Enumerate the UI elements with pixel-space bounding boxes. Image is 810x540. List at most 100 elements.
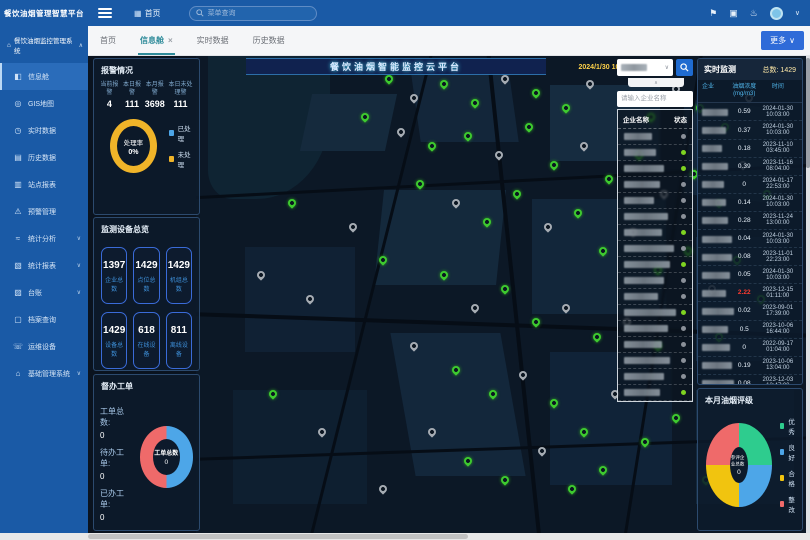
chevron-up-icon: ∧ (79, 42, 83, 49)
tab-历史数据[interactable]: 历史数据 (241, 26, 297, 55)
stat-card-机组总数[interactable]: 1429机组总数 (166, 247, 192, 304)
map-pin[interactable] (347, 221, 358, 232)
sidebar-item-档案查询[interactable]: ▢档案查询 (0, 306, 88, 333)
list-item[interactable] (618, 257, 692, 273)
stat-card-点位总数[interactable]: 1429点位总数 (133, 247, 159, 304)
map-pin[interactable] (414, 178, 425, 189)
list-item[interactable] (618, 353, 692, 369)
map-pin[interactable] (383, 73, 394, 84)
grid-icon: ▦ (134, 9, 142, 18)
map-pin[interactable] (670, 412, 681, 423)
list-item[interactable] (618, 145, 692, 161)
list-item[interactable] (618, 385, 692, 401)
system-group-icon: ⌂ (7, 42, 11, 49)
hamburger-menu-icon[interactable] (98, 8, 112, 18)
list-item[interactable] (618, 321, 692, 337)
menu-search-input[interactable]: 菜单查询 (189, 6, 317, 21)
sidebar-item-历史数据[interactable]: ▤历史数据 (0, 144, 88, 171)
sidebar-item-运维设备[interactable]: ☏运维设备 (0, 333, 88, 360)
table-row[interactable]: 02024-01-17 22:53:00 (698, 176, 802, 194)
close-icon[interactable]: × (168, 36, 173, 45)
status-dot (681, 358, 686, 363)
table-row[interactable]: 0.082023-12-03 12:47:00 (698, 375, 802, 385)
sidebar-item-统计分析[interactable]: ≈统计分析∨ (0, 225, 88, 252)
alarm-stat-value: 111 (122, 99, 143, 109)
map-pin[interactable] (548, 159, 559, 170)
table-row[interactable]: 0.52023-10-06 16:44:00 (698, 321, 802, 339)
process-rate-label: 处理率 (124, 137, 144, 147)
table-row[interactable]: 0.022023-09-01 17:39:00 (698, 302, 802, 320)
sidebar-item-GIS地图[interactable]: ◎GIS地图 (0, 90, 88, 117)
more-button[interactable]: 更多∨ (761, 31, 804, 50)
stat-card-企业总数[interactable]: 1397企业总数 (101, 247, 127, 304)
table-row[interactable]: 0.282023-11-24 13:00:00 (698, 212, 802, 230)
collapse-toggle[interactable]: ∧ (628, 78, 684, 87)
list-item[interactable] (618, 289, 692, 305)
table-row[interactable]: 0.592024-01-30 10:03:00 (698, 103, 802, 121)
list-item[interactable] (618, 161, 692, 177)
table-row[interactable]: 0.142024-01-30 10:03:00 (698, 194, 802, 212)
map-pin[interactable] (566, 484, 577, 495)
list-item[interactable] (618, 369, 692, 385)
sidebar-item-实时数据[interactable]: ◷实时数据 (0, 117, 88, 144)
vertical-scrollbar[interactable] (806, 56, 810, 533)
list-item[interactable] (618, 177, 692, 193)
horizontal-scrollbar[interactable] (0, 533, 810, 540)
apps-icon[interactable]: ▣ (729, 8, 738, 19)
tab-首页[interactable]: 首页 (88, 26, 128, 55)
list-item[interactable] (618, 209, 692, 225)
table-row[interactable]: 0.192023-10-06 13:04:00 (698, 357, 802, 375)
table-row[interactable]: 0.082023-11-01 22:23:00 (698, 248, 802, 266)
breadcrumb-home[interactable]: ▦ 首页 (134, 8, 161, 19)
stat-card-离线设备[interactable]: 811离线设备 (166, 312, 192, 369)
map-pin[interactable] (469, 302, 480, 313)
list-item[interactable] (618, 273, 692, 289)
table-row[interactable]: 0.372024-01-30 10:03:00 (698, 121, 802, 139)
flame-icon[interactable]: ♨ (750, 8, 758, 19)
table-row[interactable]: 2.222023-12-15 01:11:00 (698, 284, 802, 302)
horizontal-scroll-thumb[interactable] (88, 534, 468, 539)
sidebar-item-统计报表[interactable]: ▧统计报表∨ (0, 252, 88, 279)
list-item[interactable] (618, 305, 692, 321)
company-name-input[interactable] (617, 91, 693, 107)
clock-icon: ◷ (13, 126, 23, 135)
stat-card-设备总数[interactable]: 1429设备总数 (101, 312, 127, 369)
flag-icon[interactable]: ⚑ (709, 8, 717, 19)
company-name-redacted (702, 230, 731, 248)
list-item[interactable] (618, 225, 692, 241)
table-row[interactable]: 02022-09-17 01:04:00 (698, 339, 802, 357)
company-select[interactable]: ∨ (617, 59, 673, 76)
tab-实时数据[interactable]: 实时数据 (185, 26, 241, 55)
table-row[interactable]: 0.182023-11-10 03:45:00 (698, 140, 802, 158)
sidebar-item-基础管理系统[interactable]: ⌂基础管理系统∨ (0, 360, 88, 387)
map-pin[interactable] (530, 88, 541, 99)
map-pin[interactable] (396, 126, 407, 137)
list-item[interactable] (618, 241, 692, 257)
stat-card-在线设备[interactable]: 618在线设备 (133, 312, 159, 369)
sidebar-item-站点报表[interactable]: ▥站点报表 (0, 171, 88, 198)
tab-信息舱[interactable]: 信息舱× (128, 26, 185, 55)
list-item[interactable] (618, 337, 692, 353)
sidebar-item-信息舱[interactable]: ◧信息舱 (0, 63, 88, 90)
redacted-text (624, 197, 654, 204)
vertical-scroll-thumb[interactable] (806, 58, 810, 168)
table-row[interactable]: 0.392023-11-16 08:04:00 (698, 158, 802, 176)
table-row[interactable]: 0.042024-01-30 10:03:00 (698, 230, 802, 248)
map-pin[interactable] (499, 283, 510, 294)
sidebar-item-预警管理[interactable]: ⚠预警管理 (0, 198, 88, 225)
avatar[interactable] (770, 7, 783, 20)
table-row[interactable]: 0.052024-01-30 10:03:00 (698, 266, 802, 284)
map-pin[interactable] (493, 150, 504, 161)
list-item[interactable] (618, 129, 692, 145)
sidebar-group-header[interactable]: ⌂ 餐饮油烟监控管理系统 ∧ (0, 26, 88, 63)
map-pin[interactable] (286, 197, 297, 208)
map-pin[interactable] (524, 121, 535, 132)
sidebar-item-台账[interactable]: ▨台账∨ (0, 279, 88, 306)
list-item[interactable] (618, 193, 692, 209)
map-pin[interactable] (512, 188, 523, 199)
map-pin[interactable] (591, 331, 602, 342)
map-pin[interactable] (426, 140, 437, 151)
company-search-button[interactable] (676, 59, 693, 76)
map-pin[interactable] (377, 484, 388, 495)
chevron-down-icon[interactable]: ∨ (795, 9, 800, 17)
